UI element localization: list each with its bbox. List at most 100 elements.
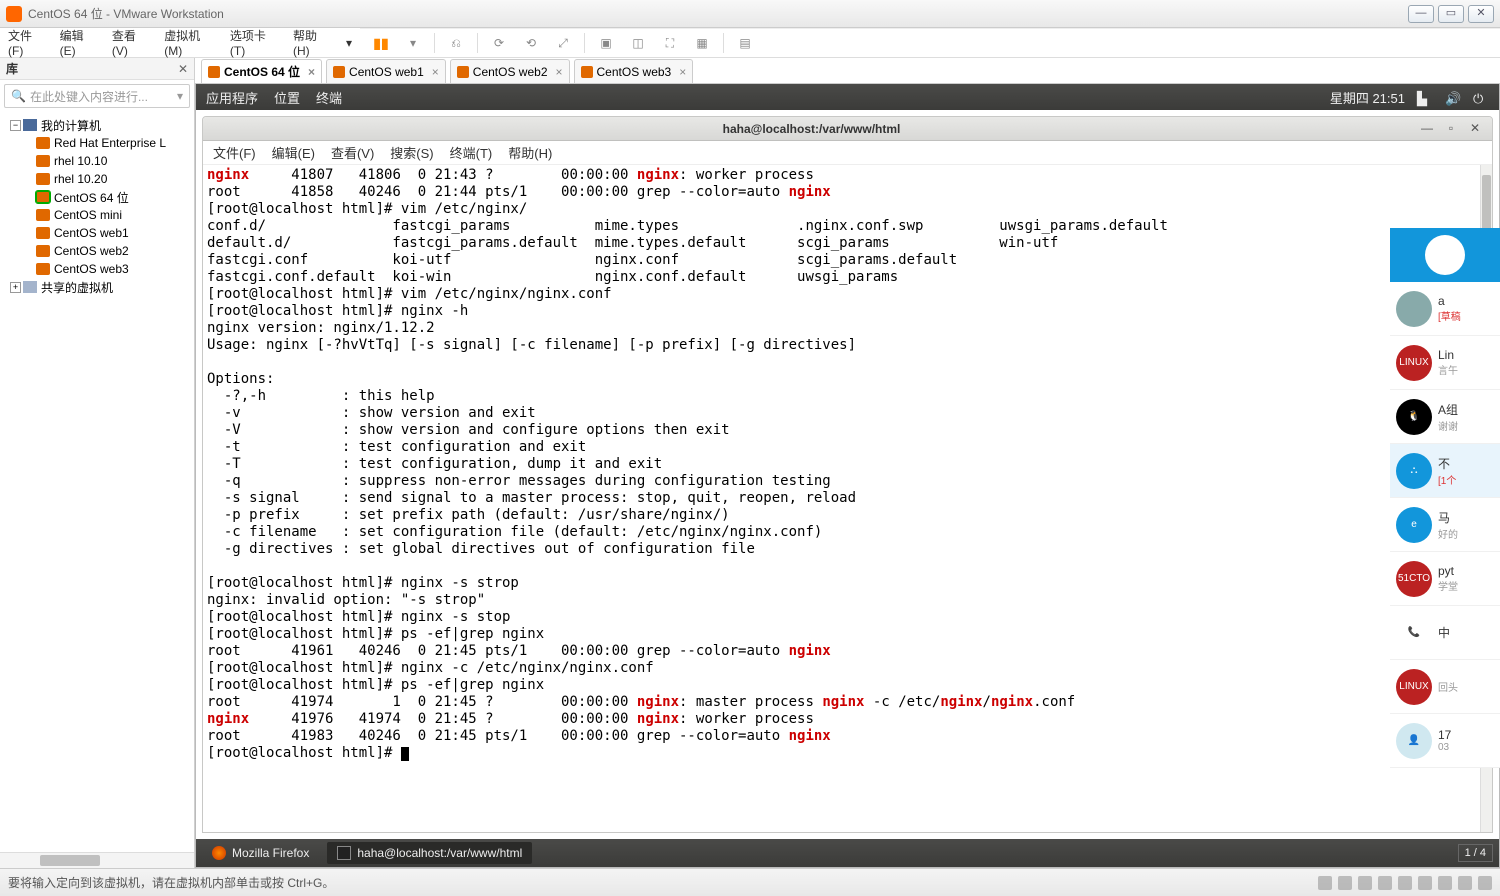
vm-tab[interactable]: CentOS web2 ×: [450, 59, 570, 83]
chat-item[interactable]: ⛬不[1个: [1390, 444, 1500, 498]
library-search-input[interactable]: 🔍 在此处键入内容进行... ▾: [4, 84, 190, 108]
chat-item[interactable]: 51CTOpyt学堂: [1390, 552, 1500, 606]
tree-item[interactable]: Red Hat Enterprise L: [2, 134, 192, 152]
tab-close-icon[interactable]: ×: [432, 65, 439, 79]
term-menu-view[interactable]: 查看(V): [331, 143, 374, 162]
library-close-icon[interactable]: ✕: [178, 62, 188, 76]
terminal-maximize-button[interactable]: ▫: [1442, 121, 1460, 137]
chat-item[interactable]: a[草稿: [1390, 282, 1500, 336]
term-menu-search[interactable]: 搜索(S): [390, 143, 433, 162]
terminal-body[interactable]: nginx 41807 41806 0 21:43 ? 00:00:00 ngi…: [203, 165, 1492, 832]
view-thumb-icon[interactable]: ▦: [689, 32, 715, 54]
volume-icon[interactable]: 🔊: [1445, 91, 1461, 103]
view-console-icon[interactable]: ▣: [593, 32, 619, 54]
vm-tab[interactable]: CentOS 64 位 ×: [201, 59, 322, 83]
sidebar-h-scrollbar[interactable]: [0, 852, 194, 868]
chat-name: pyt: [1438, 564, 1458, 578]
tab-close-icon[interactable]: ×: [556, 65, 563, 79]
status-icon[interactable]: [1358, 876, 1372, 890]
minimize-button[interactable]: —: [1408, 5, 1434, 23]
pause-button[interactable]: ▮▮: [368, 32, 394, 54]
shared-icon: [23, 281, 37, 293]
tree-shared-root[interactable]: +共享的虚拟机: [2, 278, 192, 296]
network-icon[interactable]: ▙: [1417, 91, 1433, 103]
term-menu-file[interactable]: 文件(F): [213, 143, 256, 162]
tree-item-label: rhel 10.20: [54, 172, 107, 186]
vm-tab[interactable]: CentOS web1×: [326, 59, 446, 83]
play-dropdown-icon[interactable]: ▾: [400, 32, 426, 54]
menu-view[interactable]: 查看(V): [112, 27, 150, 58]
snapshot-button[interactable]: ⎌: [443, 32, 469, 54]
chat-name: A组: [1438, 401, 1458, 418]
chat-item[interactable]: 👤1703: [1390, 714, 1500, 768]
vm-icon: [36, 227, 50, 239]
vm-tab-label: CentOS web3: [597, 65, 672, 79]
tree-item-label: CentOS 64 位: [54, 189, 129, 206]
menu-help[interactable]: 帮助(H): [293, 27, 332, 58]
menu-file[interactable]: 文件(F): [8, 27, 46, 58]
status-icon[interactable]: [1378, 876, 1392, 890]
terminal-window: haha@localhost:/var/www/html — ▫ ✕ 文件(F)…: [202, 116, 1493, 833]
tab-close-icon[interactable]: ×: [308, 65, 315, 79]
status-icon[interactable]: [1418, 876, 1432, 890]
tree-item[interactable]: rhel 10.20: [2, 170, 192, 188]
tree-item[interactable]: CentOS web3: [2, 260, 192, 278]
menu-edit[interactable]: 编辑(E): [60, 27, 98, 58]
expand-icon[interactable]: −: [10, 120, 21, 131]
chat-avatar: 🐧: [1396, 399, 1432, 435]
tree-item[interactable]: rhel 10.10: [2, 152, 192, 170]
tool2-icon[interactable]: ⟲: [518, 32, 544, 54]
taskbar-item-firefox[interactable]: Mozilla Firefox: [202, 842, 319, 864]
expand-icon[interactable]: +: [10, 282, 21, 293]
chat-item[interactable]: LINUX回头: [1390, 660, 1500, 714]
term-menu-terminal[interactable]: 终端(T): [450, 143, 493, 162]
workspace-pager[interactable]: 1 / 4: [1458, 844, 1493, 862]
chat-item[interactable]: LINUXLin言午: [1390, 336, 1500, 390]
vm-tab[interactable]: CentOS web3 ×: [574, 59, 694, 83]
chat-item[interactable]: 🐧A组谢谢: [1390, 390, 1500, 444]
chat-name: 回头: [1438, 679, 1458, 694]
tree-item[interactable]: CentOS web1: [2, 224, 192, 242]
terminal-minimize-button[interactable]: —: [1418, 121, 1436, 137]
chat-item[interactable]: e马好的: [1390, 498, 1500, 552]
app-toolbar: ▮▮ ▾ ⎌ ⟳ ⟲ ⤢ ▣ ◫ ⛶ ▦ ▤: [360, 28, 1500, 58]
gnome-terminal-menu[interactable]: 终端: [316, 88, 342, 107]
chat-name: Lin: [1438, 348, 1458, 362]
taskbar-item-terminal[interactable]: haha@localhost:/var/www/html: [327, 842, 532, 864]
chat-item[interactable]: 📞中: [1390, 606, 1500, 660]
gnome-clock[interactable]: 星期四 21:51: [1330, 88, 1405, 107]
term-menu-edit[interactable]: 编辑(E): [272, 143, 315, 162]
status-icon[interactable]: [1338, 876, 1352, 890]
tool3-icon[interactable]: ⤢: [550, 32, 576, 54]
library-title: 库: [6, 60, 18, 77]
tool1-icon[interactable]: ⟳: [486, 32, 512, 54]
vm-tab-label: CentOS web2: [473, 65, 548, 79]
tree-root-label[interactable]: 我的计算机: [41, 117, 101, 134]
view-unity-icon[interactable]: ◫: [625, 32, 651, 54]
tree-item[interactable]: CentOS 64 位: [2, 188, 192, 206]
menu-dropdown-icon[interactable]: ▾: [346, 36, 352, 50]
status-icon[interactable]: [1318, 876, 1332, 890]
tab-close-icon[interactable]: ×: [679, 65, 686, 79]
chat-dock-header[interactable]: [1390, 228, 1500, 282]
menu-vm[interactable]: 虚拟机(M): [164, 27, 216, 58]
tree-item[interactable]: CentOS web2: [2, 242, 192, 260]
status-icon[interactable]: [1438, 876, 1452, 890]
library-toggle-icon[interactable]: ▤: [732, 32, 758, 54]
maximize-button[interactable]: ▭: [1438, 5, 1464, 23]
close-button[interactable]: ✕: [1468, 5, 1494, 23]
term-menu-help[interactable]: 帮助(H): [508, 143, 552, 162]
power-icon[interactable]: ⏻: [1473, 91, 1489, 103]
vm-tab-label: CentOS 64 位: [224, 63, 300, 80]
gnome-places-menu[interactable]: 位置: [274, 88, 300, 107]
view-fullscreen-icon[interactable]: ⛶: [657, 32, 683, 54]
gnome-apps-menu[interactable]: 应用程序: [206, 88, 258, 107]
menu-tabs[interactable]: 选项卡(T): [230, 27, 279, 58]
terminal-close-button[interactable]: ✕: [1466, 121, 1484, 137]
tree-item[interactable]: CentOS mini: [2, 206, 192, 224]
status-icon[interactable]: [1458, 876, 1472, 890]
search-dropdown-icon[interactable]: ▾: [177, 89, 183, 103]
status-icon[interactable]: [1478, 876, 1492, 890]
guest-desktop: 应用程序 位置 终端 星期四 21:51 ▙ 🔊 ⏻ haha@localhos…: [195, 84, 1500, 868]
status-icon[interactable]: [1398, 876, 1412, 890]
